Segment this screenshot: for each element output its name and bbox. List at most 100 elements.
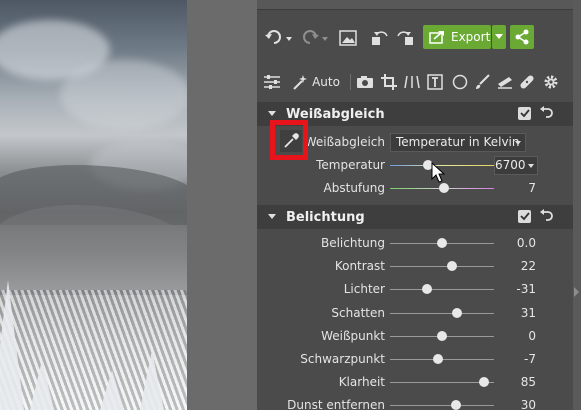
slider-label: Schatten [331, 305, 385, 320]
photo-preview[interactable] [0, 0, 187, 410]
slider-value: 22 [520, 259, 536, 274]
brush-icon [476, 74, 490, 89]
exposure-reset-button[interactable] [539, 209, 553, 223]
photo-tree [100, 370, 124, 410]
wb-mode-select[interactable]: Temperatur in Kelvin [390, 133, 526, 152]
slider-value: 30 [520, 398, 536, 410]
sliders-icon [264, 75, 280, 89]
crop-tool[interactable] [379, 71, 399, 93]
slider-label: Dunst entfernen [287, 398, 385, 410]
exposure-slider-row: Schwarzpunkt -7 [257, 348, 573, 371]
radial-filter-tool[interactable] [450, 71, 470, 93]
slider-value: -7 [524, 352, 536, 366]
wb-mode-value: Temperatur in Kelvin [396, 135, 520, 149]
slider-label: Lichter [343, 282, 385, 297]
gear-icon [544, 75, 558, 89]
slider-label: Klarheit [338, 375, 385, 390]
adjustments-tool[interactable] [262, 71, 282, 93]
slider-track[interactable] [390, 266, 494, 268]
collapse-caret-icon[interactable] [268, 214, 276, 219]
slider-label: Kontrast [334, 259, 385, 274]
exposure-slider-row: Belichtung 0.0 [257, 232, 573, 255]
camera-tool[interactable] [355, 71, 375, 93]
export-dropdown-button[interactable] [492, 25, 506, 49]
rotate-right-icon [397, 31, 413, 45]
collapse-caret-icon[interactable] [268, 111, 276, 116]
rotate-left-button[interactable] [370, 26, 392, 50]
photo-tree [140, 350, 164, 410]
slider-knob[interactable] [450, 400, 461, 410]
exposure-enable-checkbox[interactable] [518, 210, 531, 223]
canvas-background [187, 0, 257, 410]
slider-knob[interactable] [432, 354, 443, 364]
chevron-right-icon[interactable] [574, 287, 579, 297]
tint-slider-knob[interactable] [439, 183, 450, 193]
mouse-cursor-icon [431, 162, 445, 183]
image-button[interactable] [337, 26, 359, 50]
undo-button[interactable] [263, 26, 295, 50]
rotate-right-button[interactable] [393, 26, 415, 50]
temperature-input[interactable]: 6700 [494, 156, 538, 175]
redo-button[interactable] [299, 26, 331, 50]
auto-button[interactable]: Auto [286, 71, 346, 93]
exposure-slider-row: Lichter -31 [257, 278, 573, 301]
share-icon [515, 29, 529, 45]
magic-wand-icon [293, 75, 308, 90]
eyedropper-highlight [270, 120, 308, 160]
slider-knob[interactable] [478, 377, 489, 388]
export-button[interactable]: Export [423, 25, 491, 49]
export-icon [429, 31, 444, 44]
circle-icon [452, 74, 468, 90]
text-frame-icon [427, 74, 443, 90]
perspective-icon [404, 75, 420, 89]
brush-tool[interactable] [472, 71, 492, 93]
wb-tint-row: Abstufung 7 [257, 177, 573, 200]
reset-arrow-icon [540, 209, 553, 221]
redo-icon [303, 30, 328, 44]
image-icon [339, 30, 357, 46]
tool-row: Auto [257, 68, 573, 96]
white-balance-reset-button[interactable] [539, 106, 553, 120]
photo-tree [0, 280, 24, 410]
exposure-title: Belichtung [286, 209, 365, 225]
eyedropper-icon [284, 133, 299, 148]
chevron-down-icon [515, 141, 521, 145]
slider-track[interactable] [390, 405, 494, 407]
slider-value: 7 [528, 181, 536, 195]
slider-value: 31 [520, 305, 536, 320]
photo-ridge [0, 205, 187, 295]
slider-value: 85 [520, 375, 536, 390]
slider-track[interactable] [390, 312, 494, 314]
white-balance-enable-checkbox[interactable] [518, 107, 531, 120]
rotate-left-icon [372, 31, 388, 45]
eyedropper-button[interactable] [280, 130, 302, 152]
wb-mode-label: Weißabgleich [304, 135, 385, 149]
slider-knob[interactable] [422, 284, 433, 295]
exposure-slider-row: Klarheit 85 [257, 371, 573, 394]
exposure-slider-row: Dunst entfernen 30 [257, 394, 573, 410]
exposure-header[interactable]: Belichtung [257, 205, 573, 229]
slider-knob[interactable] [447, 261, 458, 272]
healing-tool[interactable] [517, 71, 537, 93]
gradient-tool[interactable] [495, 71, 515, 93]
slider-label: Abstufung [323, 181, 385, 195]
exposure-slider-row: Kontrast 22 [257, 255, 573, 278]
slider-value: 0 [528, 328, 536, 343]
top-toolbar: Export [257, 22, 573, 54]
share-button[interactable] [510, 25, 534, 49]
text-tool[interactable] [425, 71, 445, 93]
slider-track[interactable] [390, 289, 494, 291]
slider-knob[interactable] [437, 238, 447, 248]
slider-knob[interactable] [437, 330, 447, 341]
slider-value: 0.0 [516, 236, 536, 250]
exposure-slider-row: Weißpunkt 0 [257, 325, 573, 348]
panel-collapse-edge[interactable] [573, 0, 581, 410]
panel-top-strip [257, 0, 573, 10]
perspective-tool[interactable] [402, 71, 422, 93]
slider-knob[interactable] [451, 307, 462, 318]
settings-tool[interactable] [541, 71, 561, 93]
develop-panel: Export Auto Weißabgleich Weißabgleich Te… [257, 0, 573, 410]
slider-label: Temperatur [316, 158, 385, 172]
camera-icon [357, 76, 373, 88]
slider-label: Schwarzpunkt [300, 352, 385, 366]
